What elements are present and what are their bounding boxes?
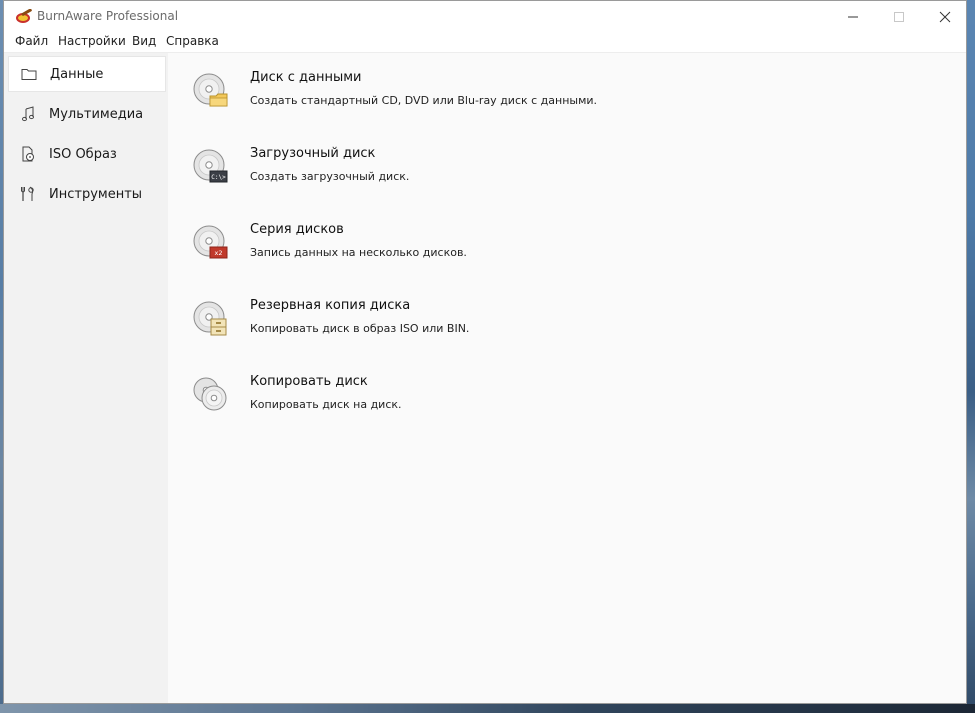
menu-settings[interactable]: Настройки — [58, 34, 126, 48]
maximize-icon — [894, 11, 904, 22]
task-title: Загрузочный диск — [250, 146, 376, 161]
task-title: Серия дисков — [250, 222, 344, 237]
menu-help[interactable]: Справка — [166, 34, 219, 48]
task-description: Копировать диск на диск. — [250, 398, 402, 411]
boot-disc-icon: C:\> — [192, 148, 232, 188]
task-description: Создать стандартный CD, DVD или Blu-ray … — [250, 94, 598, 107]
menu-file[interactable]: Файл — [15, 34, 48, 48]
task-description: Копировать диск в образ ISO или BIN. — [250, 322, 470, 335]
close-button[interactable] — [922, 1, 968, 32]
app-window: BurnAware Professional Файл Настройки Ви… — [3, 0, 967, 704]
sidebar-item-label: Инструменты — [49, 186, 143, 202]
close-icon — [939, 11, 951, 22]
task-disc-spanning[interactable]: x2 Серия дисков Запись данных на несколь… — [168, 222, 948, 284]
minimize-icon — [848, 16, 858, 17]
menu-view[interactable]: Вид — [132, 34, 156, 48]
tools-icon — [20, 186, 36, 202]
sidebar-item-label: Данные — [50, 66, 104, 82]
sidebar-item-label: ISO Образ — [49, 146, 117, 162]
task-panel: Диск с данными Создать стандартный CD, D… — [168, 53, 966, 703]
task-title: Диск с данными — [250, 70, 362, 85]
minimize-button[interactable] — [830, 1, 876, 32]
menu-bar: Файл Настройки Вид Справка — [4, 32, 966, 53]
burnaware-logo-icon — [15, 8, 33, 24]
span-badge: x2 — [215, 249, 223, 257]
sidebar-item-data[interactable]: Данные — [8, 56, 166, 92]
disc-span-icon: x2 — [192, 224, 232, 264]
task-boot-disc[interactable]: C:\> Загрузочный диск Создать загрузочны… — [168, 146, 948, 208]
task-description: Запись данных на несколько дисков. — [250, 246, 467, 259]
music-note-icon — [20, 106, 36, 122]
boot-badge: C:\> — [211, 174, 226, 181]
task-disc-backup[interactable]: Резервная копия диска Копировать диск в … — [168, 298, 948, 360]
title-bar[interactable]: BurnAware Professional — [4, 1, 966, 32]
disc-backup-icon — [192, 300, 232, 340]
sidebar-item-iso-image[interactable]: ISO Образ — [8, 136, 166, 172]
sidebar: Данные Мультимедиа ISO Образ Инструменты — [4, 53, 168, 703]
task-copy-disc[interactable]: Копировать диск Копировать диск на диск. — [168, 374, 948, 436]
sidebar-item-label: Мультимедиа — [49, 106, 144, 122]
desktop-background-right — [967, 0, 975, 713]
task-data-disc[interactable]: Диск с данными Создать стандартный CD, D… — [168, 70, 948, 132]
iso-file-icon — [20, 146, 36, 162]
task-title: Резервная копия диска — [250, 298, 411, 313]
sidebar-item-tools[interactable]: Инструменты — [8, 176, 166, 212]
maximize-button[interactable] — [876, 1, 922, 32]
data-disc-icon — [192, 72, 232, 112]
copy-disc-icon — [192, 376, 232, 416]
desktop-background-bottom — [0, 704, 975, 713]
sidebar-item-multimedia[interactable]: Мультимедиа — [8, 96, 166, 132]
window-title: BurnAware Professional — [37, 9, 179, 23]
task-description: Создать загрузочный диск. — [250, 170, 410, 183]
task-title: Копировать диск — [250, 374, 368, 389]
folder-icon — [21, 66, 37, 82]
